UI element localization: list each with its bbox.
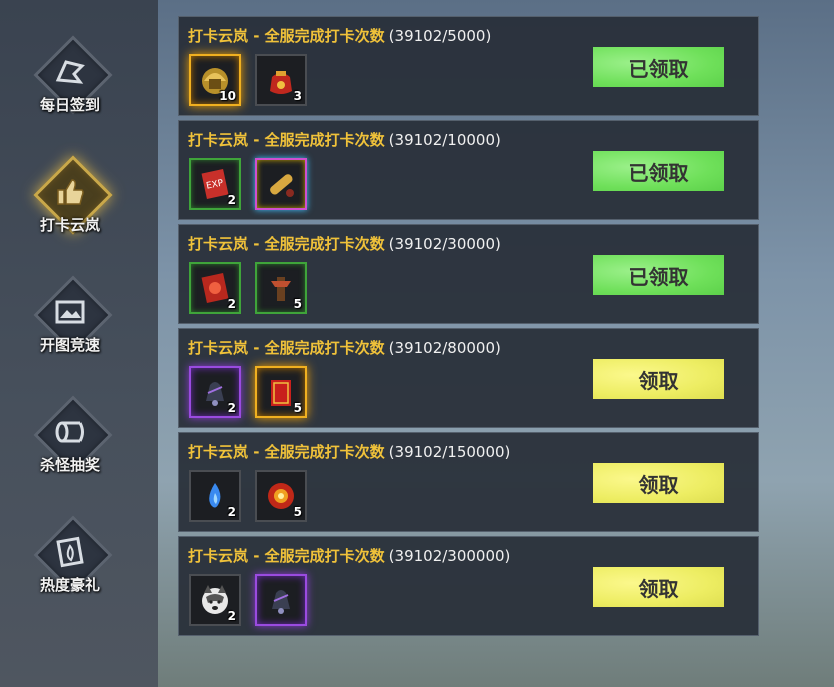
sidebar-item-label: 杀怪抽奖 — [39, 456, 100, 474]
task-title: 打卡云岚 - 全服完成打卡次数 (39102/30000) — [188, 233, 501, 254]
task-title: 打卡云岚 - 全服完成打卡次数 (39102/80000) — [188, 337, 501, 358]
reward-count: 2 — [227, 401, 236, 415]
sidebar-item-label: 打卡云岚 — [39, 216, 100, 234]
reward-count: 5 — [293, 505, 302, 519]
task-progress: (39102/5000) — [388, 27, 492, 45]
task-row: 打卡云岚 - 全服完成打卡次数 (39102/10000) EXP 2 已领取 — [178, 120, 759, 220]
task-progress: (39102/150000) — [388, 443, 511, 461]
reward-count: 3 — [293, 89, 302, 103]
task-row: 打卡云岚 - 全服完成打卡次数 (39102/80000) 2 5 领取 — [178, 328, 759, 428]
task-row: 打卡云岚 - 全服完成打卡次数 (39102/150000) 2 5 领取 — [178, 432, 759, 532]
sidebar-item-map-race[interactable]: 开图竞速 — [20, 275, 120, 386]
reward-item[interactable]: 2 — [189, 366, 241, 418]
sidebar-item-label: 热度豪礼 — [39, 576, 100, 594]
bell-icon — [272, 590, 290, 614]
reward-item[interactable]: 2 — [189, 262, 241, 314]
reward-count: 2 — [227, 609, 236, 623]
reward-count: 5 — [293, 401, 302, 415]
claimed-button[interactable]: 已领取 — [593, 151, 724, 191]
task-row: 打卡云岚 - 全服完成打卡次数 (39102/300000) 2 领取 — [178, 536, 759, 636]
reward-item[interactable] — [255, 158, 307, 210]
task-title-text: 打卡云岚 - 全服完成打卡次数 — [188, 27, 385, 45]
reward-item[interactable]: 2 — [189, 574, 241, 626]
claim-button[interactable]: 领取 — [593, 463, 724, 503]
reward-item[interactable]: 10 — [189, 54, 241, 106]
reward-item[interactable]: 5 — [255, 262, 307, 314]
sidebar-item-hot-gifts[interactable]: 热度豪礼 — [20, 515, 120, 626]
sidebar: 每日签到 打卡云岚 开图竞速 杀怪抽奖 热度豪礼 — [0, 0, 158, 687]
task-title-text: 打卡云岚 - 全服完成打卡次数 — [188, 443, 385, 461]
reward-item[interactable]: 2 — [189, 470, 241, 522]
sidebar-item-label: 每日签到 — [39, 96, 100, 114]
sidebar-item-daily-signin[interactable]: 每日签到 — [20, 35, 120, 146]
task-progress: (39102/300000) — [388, 547, 511, 565]
sidebar-item-checkin-yunlan[interactable]: 打卡云岚 — [20, 155, 120, 266]
task-title: 打卡云岚 - 全服完成打卡次数 (39102/300000) — [188, 545, 510, 566]
task-title: 打卡云岚 - 全服完成打卡次数 (39102/150000) — [188, 441, 510, 462]
task-title: 打卡云岚 - 全服完成打卡次数 (39102/5000) — [188, 25, 491, 46]
task-title-text: 打卡云岚 - 全服完成打卡次数 — [188, 547, 385, 565]
claimed-button[interactable]: 已领取 — [593, 47, 724, 87]
task-row: 打卡云岚 - 全服完成打卡次数 (39102/5000) 10 3 已领取 — [178, 16, 759, 116]
reward-count: 2 — [227, 505, 236, 519]
task-progress: (39102/80000) — [388, 339, 501, 357]
reward-count: 10 — [219, 89, 236, 103]
reward-count: 2 — [227, 193, 236, 207]
sidebar-item-label: 开图竞速 — [39, 336, 100, 354]
task-progress: (39102/30000) — [388, 235, 501, 253]
rolled-scroll-icon — [270, 174, 294, 197]
reward-item[interactable]: 5 — [255, 470, 307, 522]
task-title-text: 打卡云岚 - 全服完成打卡次数 — [188, 339, 385, 357]
claim-button[interactable]: 领取 — [593, 359, 724, 399]
reward-item[interactable] — [255, 574, 307, 626]
reward-item[interactable]: EXP 2 — [189, 158, 241, 210]
reward-count: 5 — [293, 297, 302, 311]
task-progress: (39102/10000) — [388, 131, 501, 149]
task-title-text: 打卡云岚 - 全服完成打卡次数 — [188, 235, 385, 253]
reward-count: 2 — [227, 297, 236, 311]
reward-item[interactable]: 3 — [255, 54, 307, 106]
claimed-button[interactable]: 已领取 — [593, 255, 724, 295]
task-title: 打卡云岚 - 全服完成打卡次数 (39102/10000) — [188, 129, 501, 150]
reward-item[interactable]: 5 — [255, 366, 307, 418]
claim-button[interactable]: 领取 — [593, 567, 724, 607]
task-row: 打卡云岚 - 全服完成打卡次数 (39102/30000) 2 5 已领取 — [178, 224, 759, 324]
task-title-text: 打卡云岚 - 全服完成打卡次数 — [188, 131, 385, 149]
sidebar-item-kill-lottery[interactable]: 杀怪抽奖 — [20, 395, 120, 506]
